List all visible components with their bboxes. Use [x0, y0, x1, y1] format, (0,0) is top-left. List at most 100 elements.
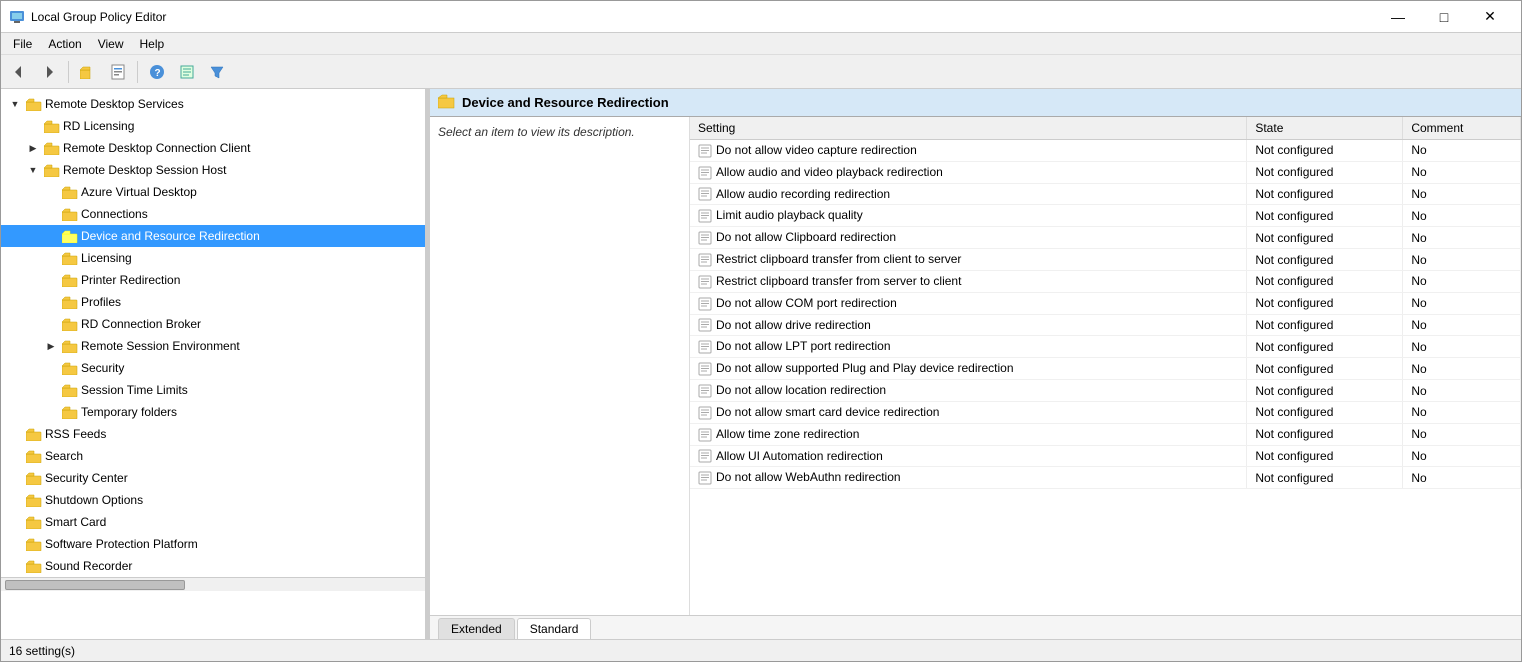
folder-icon — [26, 471, 42, 485]
menu-action[interactable]: Action — [40, 35, 89, 53]
table-row[interactable]: Do not allow smart card device redirecti… — [690, 401, 1521, 423]
folder-icon — [26, 493, 42, 507]
col-state[interactable]: State — [1247, 117, 1403, 140]
tree-item-rd-licensing[interactable]: RD Licensing — [1, 115, 425, 137]
separator-1 — [68, 61, 69, 83]
export-button[interactable] — [173, 59, 201, 85]
tree-item-remote-desktop-services[interactable]: ▼ Remote Desktop Services — [1, 93, 425, 115]
tab-standard[interactable]: Standard — [517, 618, 592, 639]
tree-item-sound-recorder[interactable]: Sound Recorder — [1, 555, 425, 577]
table-row[interactable]: Do not allow COM port redirection Not co… — [690, 292, 1521, 314]
tree-label: Azure Virtual Desktop — [81, 185, 197, 199]
setting-name: Limit audio playback quality — [690, 205, 1247, 227]
table-row[interactable]: Do not allow video capture redirection N… — [690, 140, 1521, 162]
description-panel: Select an item to view its description. — [430, 117, 690, 615]
tree-item-smart-card[interactable]: Smart Card — [1, 511, 425, 533]
setting-name: Allow time zone redirection — [690, 423, 1247, 445]
tree-item-security-center[interactable]: Security Center — [1, 467, 425, 489]
tree-item-shutdown-options[interactable]: Shutdown Options — [1, 489, 425, 511]
collapse-btn[interactable]: ▼ — [25, 162, 41, 178]
tree-item-software-protection-platform[interactable]: Software Protection Platform — [1, 533, 425, 555]
maximize-button[interactable]: □ — [1421, 1, 1467, 33]
col-comment[interactable]: Comment — [1403, 117, 1521, 140]
tree-item-search[interactable]: Search — [1, 445, 425, 467]
filter-button[interactable] — [203, 59, 231, 85]
tree-item-profiles[interactable]: Profiles — [1, 291, 425, 313]
tree-hscroll[interactable] — [1, 577, 425, 591]
table-row[interactable]: Restrict clipboard transfer from client … — [690, 249, 1521, 271]
right-panel: Device and Resource Redirection Select a… — [430, 89, 1521, 639]
help-button[interactable]: ? — [143, 59, 171, 85]
tree-label: RD Licensing — [63, 119, 134, 133]
tree-label: Security Center — [45, 471, 128, 485]
settings-table-area[interactable]: Setting State Comment Do not allow video… — [690, 117, 1521, 615]
tree-item-remote-session-environment[interactable]: ▶ Remote Session Environment — [1, 335, 425, 357]
setting-comment: No — [1403, 292, 1521, 314]
tree-panel[interactable]: ▼ Remote Desktop Services RD Licensing ▶ … — [1, 89, 426, 639]
window-controls: — □ ✕ — [1375, 1, 1513, 33]
tree-item-rss-feeds[interactable]: RSS Feeds — [1, 423, 425, 445]
table-row[interactable]: Do not allow drive redirection Not confi… — [690, 314, 1521, 336]
collapse-btn[interactable]: ▼ — [7, 96, 23, 112]
tree-item-rd-connection-broker[interactable]: RD Connection Broker — [1, 313, 425, 335]
table-row[interactable]: Allow audio and video playback redirecti… — [690, 161, 1521, 183]
table-row[interactable]: Do not allow location redirection Not co… — [690, 380, 1521, 402]
folder-icon — [44, 163, 60, 177]
tree-item-remote-desktop-session-host[interactable]: ▼ Remote Desktop Session Host — [1, 159, 425, 181]
expand-btn[interactable]: ▶ — [43, 338, 59, 354]
setting-name: Do not allow COM port redirection — [690, 292, 1247, 314]
tree-item-security[interactable]: Security — [1, 357, 425, 379]
forward-button[interactable] — [35, 59, 63, 85]
table-row[interactable]: Do not allow LPT port redirection Not co… — [690, 336, 1521, 358]
menu-file[interactable]: File — [5, 35, 40, 53]
setting-name: Restrict clipboard transfer from client … — [690, 249, 1247, 271]
setting-state: Not configured — [1247, 205, 1403, 227]
tab-extended[interactable]: Extended — [438, 618, 515, 639]
setting-name: Do not allow Clipboard redirection — [690, 227, 1247, 249]
expand-btn[interactable]: ▶ — [25, 140, 41, 156]
tree-item-remote-desktop-connection-client[interactable]: ▶ Remote Desktop Connection Client — [1, 137, 425, 159]
right-content: Select an item to view its description. … — [430, 117, 1521, 615]
table-row[interactable]: Allow time zone redirection Not configur… — [690, 423, 1521, 445]
menu-help[interactable]: Help — [132, 35, 173, 53]
description-text: Select an item to view its description. — [438, 125, 635, 139]
settings-tbody: Do not allow video capture redirection N… — [690, 140, 1521, 489]
table-row[interactable]: Limit audio playback quality Not configu… — [690, 205, 1521, 227]
table-row[interactable]: Do not allow supported Plug and Play dev… — [690, 358, 1521, 380]
setting-name: Do not allow WebAuthn redirection — [690, 467, 1247, 489]
table-row[interactable]: Restrict clipboard transfer from server … — [690, 270, 1521, 292]
table-row[interactable]: Do not allow Clipboard redirection Not c… — [690, 227, 1521, 249]
title-bar: Local Group Policy Editor — □ ✕ — [1, 1, 1521, 33]
tree-item-licensing[interactable]: Licensing — [1, 247, 425, 269]
folder-icon — [26, 97, 42, 111]
setting-state: Not configured — [1247, 445, 1403, 467]
setting-comment: No — [1403, 205, 1521, 227]
back-button[interactable] — [5, 59, 33, 85]
menu-view[interactable]: View — [90, 35, 132, 53]
table-row[interactable]: Allow UI Automation redirection Not conf… — [690, 445, 1521, 467]
tree-item-connections[interactable]: Connections — [1, 203, 425, 225]
table-row[interactable]: Allow audio recording redirection Not co… — [690, 183, 1521, 205]
tree-item-session-time-limits[interactable]: Session Time Limits — [1, 379, 425, 401]
properties-button[interactable] — [104, 59, 132, 85]
right-panel-title: Device and Resource Redirection — [462, 95, 669, 110]
tree-item-device-and-resource-redirection[interactable]: Device and Resource Redirection — [1, 225, 425, 247]
tree-item-printer-redirection[interactable]: Printer Redirection — [1, 269, 425, 291]
folder-icon — [62, 405, 78, 419]
folder-icon — [26, 559, 42, 573]
show-hide-tree-button[interactable] — [74, 59, 102, 85]
status-text: 16 setting(s) — [9, 644, 75, 658]
main-window: Local Group Policy Editor — □ ✕ File Act… — [0, 0, 1522, 662]
close-button[interactable]: ✕ — [1467, 1, 1513, 33]
tree-item-azure-virtual-desktop[interactable]: Azure Virtual Desktop — [1, 181, 425, 203]
tree-item-temporary-folders[interactable]: Temporary folders — [1, 401, 425, 423]
col-setting[interactable]: Setting — [690, 117, 1247, 140]
tree-label: Profiles — [81, 295, 121, 309]
minimize-button[interactable]: — — [1375, 1, 1421, 33]
tree-label: Remote Session Environment — [81, 339, 240, 353]
svg-text:?: ? — [155, 68, 161, 79]
folder-icon — [44, 141, 60, 155]
folder-icon — [62, 361, 78, 375]
table-row[interactable]: Do not allow WebAuthn redirection Not co… — [690, 467, 1521, 489]
setting-name: Allow UI Automation redirection — [690, 445, 1247, 467]
